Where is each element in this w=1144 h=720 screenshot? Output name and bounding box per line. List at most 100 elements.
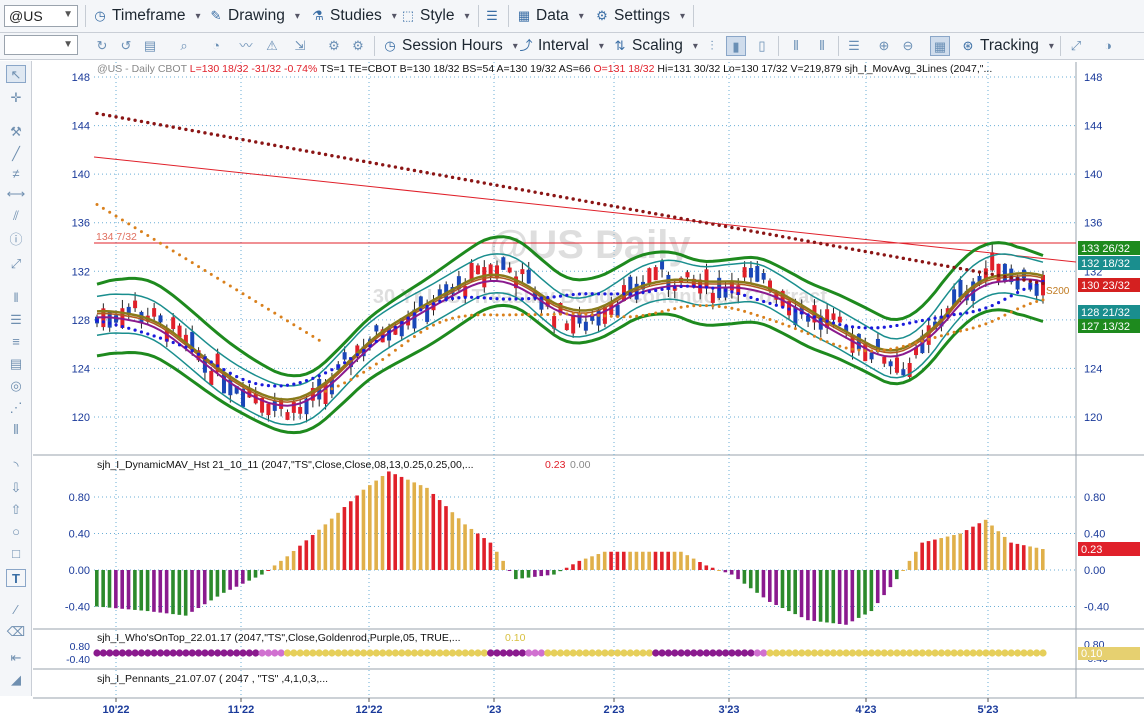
ray-icon[interactable]: ⟷: [6, 185, 26, 203]
data-window-icon[interactable]: ▦: [930, 36, 950, 56]
pen-icon[interactable]: ⁄: [6, 601, 26, 619]
reload-icon[interactable]: ↺: [116, 36, 136, 56]
channel-icon[interactable]: ⫽: [6, 207, 26, 225]
interval-menu[interactable]: ⤴ Interval: [518, 35, 604, 57]
wot-dot: [880, 649, 888, 657]
ma-blue-dot: [622, 292, 626, 296]
wrench-icon[interactable]: ⚒: [6, 123, 26, 141]
ma-blue-dot: [609, 292, 613, 296]
text-tool-icon[interactable]: T: [6, 569, 26, 587]
chart-type-combobox[interactable]: ▼: [4, 35, 78, 55]
style-menu[interactable]: ⬚ Style: [400, 5, 470, 27]
trend-tool-icon[interactable]: ⤢: [6, 255, 26, 273]
hollow-candle-icon[interactable]: ▯: [752, 36, 772, 56]
tracking-menu[interactable]: ⊛ Tracking: [960, 35, 1054, 57]
fib-icon[interactable]: ≡: [6, 333, 26, 351]
date-label: 4'23: [856, 704, 877, 716]
chart-svg[interactable]: 1481481441441401401361361321321281281241…: [0, 0, 1144, 720]
gann-icon[interactable]: ⋰: [6, 399, 26, 417]
line-tool-icon[interactable]: ╱: [6, 145, 26, 163]
refresh-icon[interactable]: ↻: [92, 36, 112, 56]
vertical-lines-icon[interactable]: ‖: [6, 289, 26, 307]
eraser-icon[interactable]: ⌫: [6, 623, 26, 641]
ohlc-bars-icon[interactable]: ⫶: [702, 36, 722, 56]
pennants-title: sjh_I_Pennants_21.07.07 ( 2047 , "TS" ,4…: [97, 673, 328, 685]
price-tick-left: 132: [72, 266, 90, 278]
histogram-bar: [742, 570, 747, 584]
layout-button[interactable]: ☰: [484, 5, 500, 27]
gear-plus-icon[interactable]: ⚙: [348, 36, 368, 56]
ma-orange-dot: [374, 362, 378, 366]
bars2-icon[interactable]: ⦀: [812, 36, 832, 56]
ma-blue-dot: [939, 315, 944, 319]
layout-icon[interactable]: ☰: [844, 36, 864, 56]
add-study-icon[interactable]: ⤢: [1066, 36, 1086, 56]
ma-blue-dot: [996, 301, 1001, 305]
histogram-bar: [501, 560, 505, 570]
wot-dot: [493, 649, 501, 657]
wot-dot: [544, 649, 552, 657]
histogram-bar: [329, 518, 334, 570]
line-chart-icon[interactable]: 〰: [236, 36, 256, 56]
collapse-icon[interactable]: ⇤: [6, 649, 26, 667]
histogram-bar: [755, 570, 759, 593]
ma-blue-dot: [101, 320, 105, 324]
drawing-menu[interactable]: ✎ Drawing: [208, 5, 300, 27]
horizontal-line-icon[interactable]: ☰: [6, 311, 26, 329]
ma-blue-dot: [317, 374, 321, 378]
bars-icon[interactable]: ⦀: [786, 36, 806, 56]
wot-dot: [696, 649, 704, 657]
histogram-bar: [488, 542, 493, 570]
zoom-search-icon[interactable]: ⌕: [174, 36, 194, 56]
arc-icon[interactable]: ◝: [6, 457, 26, 475]
candle: [475, 265, 480, 275]
ma-blue-dot: [209, 360, 213, 364]
dashboard-icon[interactable]: ◑: [1098, 36, 1118, 56]
info-icon[interactable]: ⓘ: [6, 231, 26, 249]
arrow-up-icon[interactable]: ⇧: [6, 501, 26, 519]
session-hours-menu[interactable]: ◷ Session Hours: [382, 35, 518, 57]
zoom-in-icon[interactable]: ⊕: [874, 36, 894, 56]
ellipse-icon[interactable]: ○: [6, 523, 26, 541]
ma-blue-dot: [774, 303, 778, 307]
scaling-menu[interactable]: ⇅ Scaling: [612, 35, 698, 57]
crosshair-icon[interactable]: ✛: [6, 89, 26, 107]
bars-tool-icon[interactable]: ⦀: [6, 421, 26, 439]
ma-maroon-dot: [107, 114, 112, 118]
rectangle-icon[interactable]: □: [6, 545, 26, 563]
histogram-bar: [95, 570, 99, 607]
ma-maroon-dot: [812, 240, 817, 245]
circle-tool-icon[interactable]: ◎: [6, 377, 26, 395]
ma-blue-dot: [679, 284, 683, 289]
parallel-icon[interactable]: ≠: [6, 165, 26, 183]
zoom-out-icon[interactable]: ⊖: [898, 36, 918, 56]
ma-orange-dot: [990, 319, 994, 323]
candlestick-icon[interactable]: ▮: [726, 36, 746, 56]
histogram-bar: [139, 570, 144, 611]
scaling-icon: ⇅: [614, 38, 626, 53]
grid-tool-icon[interactable]: ▤: [6, 355, 26, 373]
settings-menu[interactable]: ⚙ Settings: [594, 5, 685, 27]
ma-maroon-dot: [336, 155, 340, 159]
table-icon[interactable]: ▤: [140, 36, 160, 56]
wot-dot: [994, 649, 1003, 657]
pointer-icon[interactable]: ↖: [6, 65, 26, 83]
ma-maroon-dot: [984, 271, 988, 275]
wot-dot: [569, 649, 577, 657]
ma-maroon-dot: [139, 119, 144, 124]
compass-icon[interactable]: ◔: [206, 36, 226, 56]
draw-mode-icon[interactable]: ◢: [6, 671, 26, 689]
arrow-down-icon[interactable]: ⇩: [6, 479, 26, 497]
data-menu[interactable]: ▦ Data: [516, 5, 584, 27]
symbol-combobox[interactable]: @US ▼: [4, 5, 78, 27]
timeframe-menu[interactable]: ◷ Timeframe: [92, 5, 201, 27]
candle: [869, 352, 874, 360]
export-icon[interactable]: ⇲: [290, 36, 310, 56]
ma-blue-dot: [577, 292, 582, 296]
candle: [596, 309, 601, 326]
histogram-bar: [590, 556, 594, 570]
alert-icon[interactable]: ⚠: [262, 36, 282, 56]
gear-icon[interactable]: ⚙: [324, 36, 344, 56]
wot-dot: [772, 649, 780, 657]
studies-menu[interactable]: ⚗ Studies: [310, 5, 397, 27]
